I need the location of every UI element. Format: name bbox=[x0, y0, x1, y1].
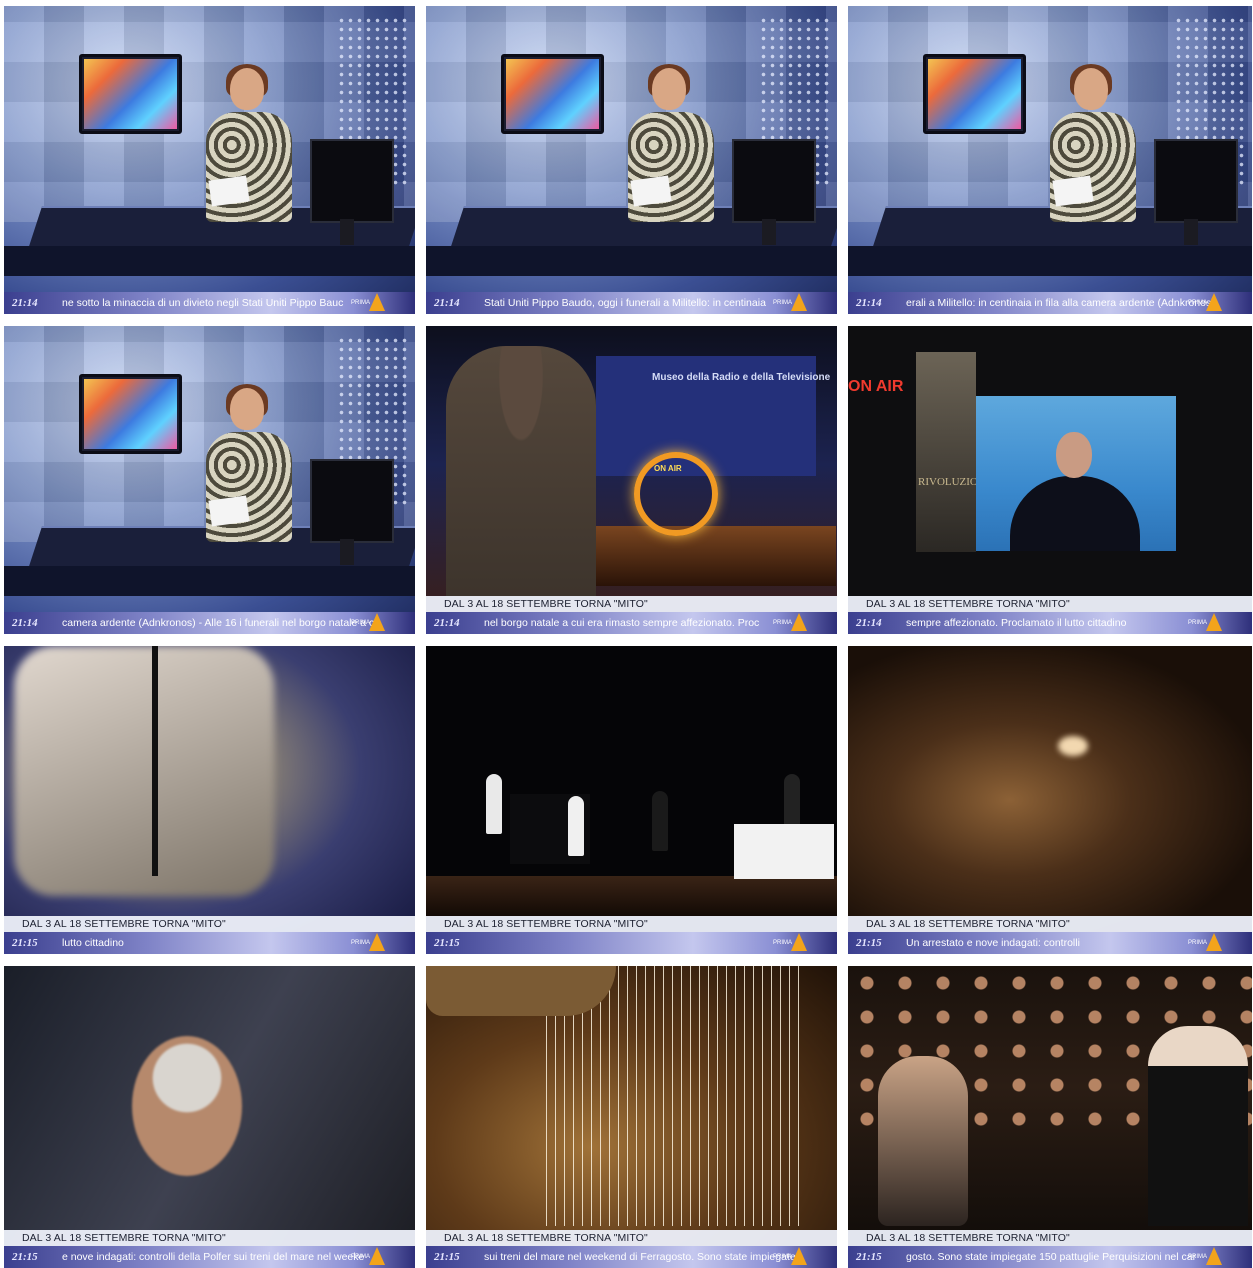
caption-bar: DAL 3 AL 18 SETTEMBRE TORNA "MITO" bbox=[4, 1230, 415, 1246]
video-call-scene: ON AIR RIVOLUZIO bbox=[848, 326, 1252, 634]
video-frame-11: DAL 3 AL 18 SETTEMBRE TORNA "MITO" 21:15 s… bbox=[426, 966, 837, 1268]
channel-logo: PRIMA bbox=[1188, 933, 1232, 952]
caption-bar: DAL 3 AL 18 SETTEMBRE TORNA "MITO" bbox=[848, 596, 1252, 612]
wall-tv bbox=[79, 54, 182, 134]
poster-text: RIVOLUZIO bbox=[918, 476, 978, 488]
on-air-sign: ON AIR bbox=[848, 378, 904, 395]
video-frame-1: 21:14 ne sotto la minaccia di un divieto … bbox=[4, 6, 415, 314]
news-ticker: 21:15 e nove indagati: controlli della Po… bbox=[4, 1246, 415, 1268]
news-ticker: 21:14 ne sotto la minaccia di un divieto … bbox=[4, 292, 415, 314]
caption-bar: DAL 3 AL 18 SETTEMBRE TORNA "MITO" bbox=[426, 596, 837, 612]
ticker-time: 21:14 bbox=[434, 297, 460, 309]
ticker-text: Stati Uniti Pippo Baudo, oggi i funerali… bbox=[484, 297, 766, 309]
poster bbox=[916, 352, 976, 552]
stage-performance-scene bbox=[426, 646, 837, 954]
video-frame-4: 21:14 camera ardente (Adnkronos) - Alle 1… bbox=[4, 326, 415, 634]
news-ticker: 21:14 erali a Militello: in centinaia in … bbox=[848, 292, 1252, 314]
news-ticker: 21:15 sui treni del mare nel weekend di F… bbox=[426, 1246, 837, 1268]
wall-tv bbox=[501, 54, 604, 134]
ticker-time: 21:15 bbox=[434, 1251, 460, 1263]
video-frame-2: 21:14 Stati Uniti Pippo Baudo, oggi i fun… bbox=[426, 6, 837, 314]
video-frame-8: DAL 3 AL 18 SETTEMBRE TORNA "MITO" 21:15 P… bbox=[426, 646, 837, 954]
news-ticker: 21:15 Un arrestato e nove indagati: cont… bbox=[848, 932, 1252, 954]
on-air-ring: ON AIR bbox=[634, 452, 718, 536]
channel-logo: PRIMA bbox=[1188, 1247, 1232, 1266]
ticker-text: lutto cittadino bbox=[62, 937, 124, 949]
ticker-text: sui treni del mare nel weekend di Ferrag… bbox=[484, 1251, 796, 1263]
news-studio-scene bbox=[4, 326, 415, 634]
video-frame-3: 21:14 erali a Militello: in centinaia in … bbox=[848, 6, 1252, 314]
camera-operator bbox=[446, 346, 596, 596]
caption-bar: DAL 3 AL 18 SETTEMBRE TORNA "MITO" bbox=[4, 916, 415, 932]
thumbnail-grid: 21:14 ne sotto la minaccia di un divieto … bbox=[4, 6, 1252, 1268]
ticker-time: 21:14 bbox=[12, 297, 38, 309]
desk-monitor bbox=[310, 139, 394, 223]
news-ticker: 21:15 gosto. Sono state impiegate 150 pat… bbox=[848, 1246, 1252, 1268]
ticker-time: 21:15 bbox=[12, 937, 38, 949]
ticker-time: 21:15 bbox=[856, 937, 882, 949]
channel-logo: PRIMA bbox=[351, 1247, 395, 1266]
musician-closeup-scene bbox=[4, 966, 415, 1268]
channel-logo: PRIMA bbox=[773, 293, 817, 312]
channel-logo: PRIMA bbox=[773, 613, 817, 632]
news-studio-scene bbox=[426, 6, 837, 314]
channel-logo: PRIMA bbox=[351, 933, 395, 952]
channel-logo: PRIMA bbox=[773, 1247, 817, 1266]
ticker-text: Un arrestato e nove indagati: controlli bbox=[906, 937, 1080, 949]
radio-museum-scene: Museo della Radio e della Televisione ON … bbox=[426, 326, 837, 634]
orchestra-closeup-scene bbox=[848, 646, 1252, 954]
ticker-text: e nove indagati: controlli della Polfer … bbox=[62, 1251, 365, 1263]
ticker-time: 21:14 bbox=[12, 617, 38, 629]
news-anchor bbox=[206, 64, 292, 228]
wall-tv bbox=[923, 54, 1026, 134]
news-ticker: 21:15 PRIMA bbox=[426, 932, 837, 954]
ticker-time: 21:15 bbox=[12, 1251, 38, 1263]
caption-bar: DAL 3 AL 18 SETTEMBRE TORNA "MITO" bbox=[848, 1230, 1252, 1246]
news-ticker: 21:14 camera ardente (Adnkronos) - Alle 1… bbox=[4, 612, 415, 634]
ticker-time: 21:14 bbox=[856, 297, 882, 309]
video-frame-9: DAL 3 AL 18 SETTEMBRE TORNA "MITO" 21:15 … bbox=[848, 646, 1252, 954]
caption-bar: DAL 3 AL 18 SETTEMBRE TORNA "MITO" bbox=[426, 916, 837, 932]
ticker-text: sempre affezionato. Proclamato il lutto … bbox=[906, 617, 1127, 629]
channel-logo: PRIMA bbox=[773, 933, 817, 952]
caption-bar: DAL 3 AL 18 SETTEMBRE TORNA "MITO" bbox=[426, 1230, 837, 1246]
ticker-time: 21:15 bbox=[856, 1251, 882, 1263]
museum-sign: Museo della Radio e della Televisione bbox=[652, 372, 831, 383]
ticker-text: camera ardente (Adnkronos) - Alle 16 i f… bbox=[62, 617, 375, 629]
desk-monitor bbox=[732, 139, 816, 223]
ticker-text: gosto. Sono state impiegate 150 pattugli… bbox=[906, 1251, 1197, 1263]
harp-scene bbox=[426, 966, 837, 1268]
news-ticker: 21:14 nel borgo natale a cui era rimasto … bbox=[426, 612, 837, 634]
news-ticker: 21:14 Stati Uniti Pippo Baudo, oggi i fun… bbox=[426, 292, 837, 314]
video-frame-12: DAL 3 AL 18 SETTEMBRE TORNA "MITO" 21:15 g… bbox=[848, 966, 1252, 1268]
ticker-text: nel borgo natale a cui era rimasto sempr… bbox=[484, 617, 760, 629]
concert-hall-scene bbox=[848, 966, 1252, 1268]
caption-bar: DAL 3 AL 18 SETTEMBRE TORNA "MITO" bbox=[848, 916, 1252, 932]
video-frame-7: DAL 3 AL 18 SETTEMBRE TORNA "MITO" 21:15 … bbox=[4, 646, 415, 954]
desk-monitor bbox=[310, 459, 394, 543]
ticker-time: 21:14 bbox=[434, 617, 460, 629]
channel-logo: PRIMA bbox=[1188, 613, 1232, 632]
performer-scene bbox=[4, 646, 415, 954]
video-frame-6: ON AIR RIVOLUZIO DAL 3 AL 18 SETTEMBRE TOR… bbox=[848, 326, 1252, 634]
wall-tv bbox=[79, 374, 182, 454]
ticker-time: 21:14 bbox=[856, 617, 882, 629]
video-frame-5: Museo della Radio e della Televisione ON … bbox=[426, 326, 837, 634]
news-anchor bbox=[1050, 64, 1136, 228]
news-studio-scene bbox=[848, 6, 1252, 314]
news-anchor bbox=[206, 384, 292, 548]
ticker-text: erali a Militello: in centinaia in fila … bbox=[906, 297, 1215, 309]
video-screen bbox=[976, 396, 1176, 551]
ticker-text: ne sotto la minaccia di un divieto negli… bbox=[62, 297, 344, 309]
news-studio-scene bbox=[4, 6, 415, 314]
channel-logo: PRIMA bbox=[1188, 293, 1232, 312]
channel-logo: PRIMA bbox=[351, 613, 395, 632]
channel-logo: PRIMA bbox=[351, 293, 395, 312]
ticker-time: 21:15 bbox=[434, 937, 460, 949]
news-ticker: 21:14 sempre affezionato. Proclamato il l… bbox=[848, 612, 1252, 634]
desk-monitor bbox=[1154, 139, 1238, 223]
video-frame-10: DAL 3 AL 18 SETTEMBRE TORNA "MITO" 21:15 e… bbox=[4, 966, 415, 1268]
news-ticker: 21:15 lutto cittadino PRIMA bbox=[4, 932, 415, 954]
news-anchor bbox=[628, 64, 714, 228]
